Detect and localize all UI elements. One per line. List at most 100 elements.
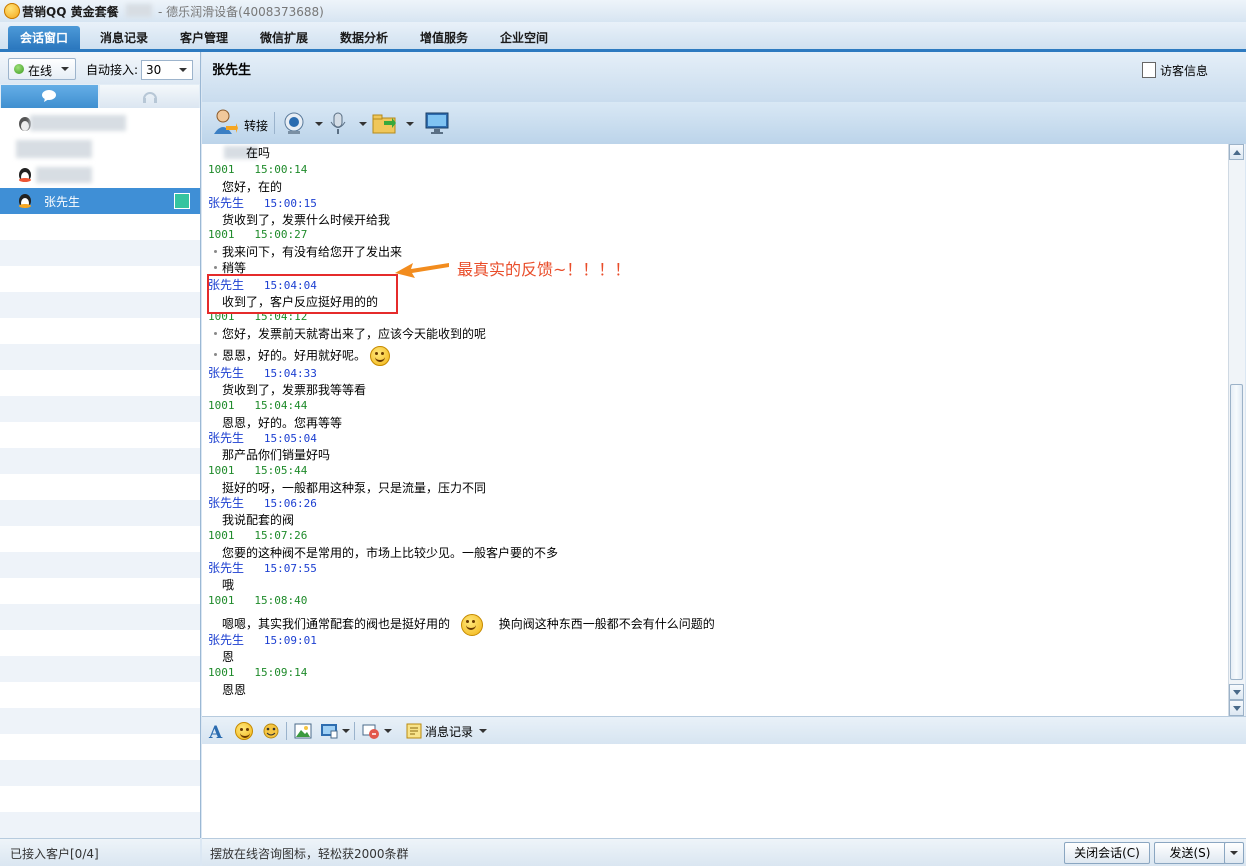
sender-name: 1001: [208, 464, 235, 477]
scroll-bottom-button[interactable]: [1229, 700, 1244, 716]
chevron-down-icon[interactable]: [342, 729, 350, 733]
quick-reply-icon[interactable]: [362, 722, 380, 740]
message-item: 张先生 15:04:33 货收到了，发票那我等等看: [208, 365, 366, 399]
close-session-button[interactable]: 关闭会话(C): [1064, 842, 1150, 864]
headset-icon: [143, 92, 157, 103]
tab-message-history[interactable]: 消息记录: [88, 26, 160, 50]
online-status-icon: [14, 64, 24, 74]
qq-penguin-icon: [19, 194, 31, 208]
font-icon[interactable]: A: [207, 722, 225, 740]
message-text: 恩: [222, 650, 235, 664]
chevron-down-icon[interactable]: [315, 122, 323, 126]
tab-enterprise-space[interactable]: 企业空间: [488, 26, 560, 50]
empty-row: [0, 760, 200, 786]
chevron-down-icon[interactable]: [384, 729, 392, 733]
empty-row: [0, 396, 200, 422]
webcam-icon[interactable]: [282, 111, 306, 135]
highlight-box: [207, 274, 398, 314]
tab-customer-management[interactable]: 客户管理: [168, 26, 240, 50]
customer-name: 张先生: [212, 63, 252, 78]
sticker-icon[interactable]: [262, 722, 280, 740]
scroll-thumb[interactable]: [1230, 384, 1243, 680]
empty-row: [0, 500, 200, 526]
svg-text:A: A: [208, 723, 223, 740]
message-header: 张先生 15:05:04: [208, 430, 330, 446]
tab-chat-window[interactable]: 会话窗口: [8, 26, 80, 50]
chevron-down-icon[interactable]: [406, 122, 414, 126]
redacted-area: [30, 115, 126, 131]
status-label: 在线: [28, 64, 53, 78]
left-footer: 已接入客户[0/4]: [0, 838, 200, 866]
smiley-emoji-icon: [369, 346, 390, 366]
smiley-emoji-icon: [461, 613, 484, 636]
timestamp: 15:04:33: [263, 367, 317, 380]
chat-toolbar: 转接: [202, 102, 1246, 144]
transfer-label[interactable]: 转接: [244, 117, 268, 134]
timestamp: 15:09:14: [254, 666, 308, 679]
message-history-icon[interactable]: [405, 722, 423, 740]
remote-desktop-icon[interactable]: [425, 111, 449, 135]
message-header: 张先生 15:09:01: [208, 632, 317, 648]
tab-value-added-services[interactable]: 增值服务: [408, 26, 480, 50]
message-header: 张先生 15:00:15: [208, 195, 390, 211]
message-scrollbar[interactable]: [1228, 144, 1245, 716]
input-toolbar: A 消息记录: [202, 716, 1246, 745]
message-header: 1001 15:05:44: [208, 463, 486, 479]
emoji-icon[interactable]: [235, 722, 253, 740]
microphone-icon[interactable]: [326, 111, 350, 135]
transfer-user-icon[interactable]: [212, 108, 238, 136]
annotation-arrow-icon: [395, 263, 449, 278]
empty-row: [0, 240, 200, 266]
contact-row-selected[interactable]: 张先生: [0, 188, 200, 214]
timestamp: 15:09:01: [263, 634, 317, 647]
message-header: 1001 15:07:26: [208, 528, 558, 544]
timestamp: 15:08:40: [254, 594, 308, 607]
message-header: 张先生 15:04:33: [208, 365, 366, 381]
status-dropdown[interactable]: 在线: [8, 58, 76, 80]
toolbar-separator: [274, 112, 275, 134]
screenshot-icon[interactable]: [320, 722, 338, 740]
tab-wechat-extension[interactable]: 微信扩展: [248, 26, 320, 50]
timestamp: 15:04:44: [254, 399, 308, 412]
visitor-info-button[interactable]: 访客信息: [1142, 62, 1208, 79]
folder-transfer-icon[interactable]: [372, 111, 396, 135]
message-input[interactable]: [202, 744, 1246, 838]
image-icon[interactable]: [294, 722, 312, 740]
message-item: 1001 15:04:44 恩恩，好的。您再等等: [208, 398, 342, 432]
sender-name: 1001: [208, 163, 235, 176]
send-button[interactable]: 发送(S): [1154, 842, 1226, 864]
message-header: 1001 15:08:40: [208, 593, 715, 609]
tab-data-analysis[interactable]: 数据分析: [328, 26, 400, 50]
timestamp: 15:00:15: [263, 197, 317, 210]
contact-row[interactable]: [0, 110, 200, 136]
message-history-label[interactable]: 消息记录: [425, 723, 473, 740]
sender-name: 1001: [208, 594, 235, 607]
message-item: 张先生 15:09:01 恩: [208, 632, 317, 666]
message-header: 张先生 15:06:26: [208, 495, 317, 511]
chat-bubble-icon: [42, 90, 56, 102]
message-item: 1001 15:09:14 恩恩: [208, 665, 307, 699]
subtab-chat[interactable]: [1, 85, 98, 108]
message-text: 恩恩: [222, 683, 247, 697]
send-options-button[interactable]: [1224, 842, 1244, 864]
promo-link[interactable]: 摆放在线咨询图标，轻松获2000条群: [210, 845, 409, 862]
contact-row[interactable]: [0, 162, 200, 188]
redacted-area: [36, 167, 92, 183]
chevron-down-icon[interactable]: [479, 729, 487, 733]
chevron-down-icon: [1233, 690, 1241, 695]
empty-row: [0, 812, 200, 838]
message-header: 1001 15:00:27: [208, 227, 402, 243]
subtab-service[interactable]: [100, 85, 199, 108]
message-line: 您好，发票前天就寄出来了，应该今天能收到的呢: [208, 325, 486, 343]
message-text: 哦: [222, 578, 235, 592]
message-text: 那产品你们销量好吗: [222, 448, 331, 462]
message-item: 1001 15:04:12 您好，发票前天就寄出来了，应该今天能收到的呢 恩恩，…: [208, 309, 486, 366]
sender-name: 1001: [208, 228, 235, 241]
contact-row[interactable]: [0, 136, 200, 162]
auto-accept-select[interactable]: 30: [141, 60, 193, 80]
contact-subtabs: [0, 84, 200, 108]
chevron-down-icon[interactable]: [359, 122, 367, 126]
sender-name: 张先生: [208, 633, 245, 647]
scroll-up-button[interactable]: [1229, 144, 1244, 160]
scroll-down-button[interactable]: [1229, 684, 1244, 700]
